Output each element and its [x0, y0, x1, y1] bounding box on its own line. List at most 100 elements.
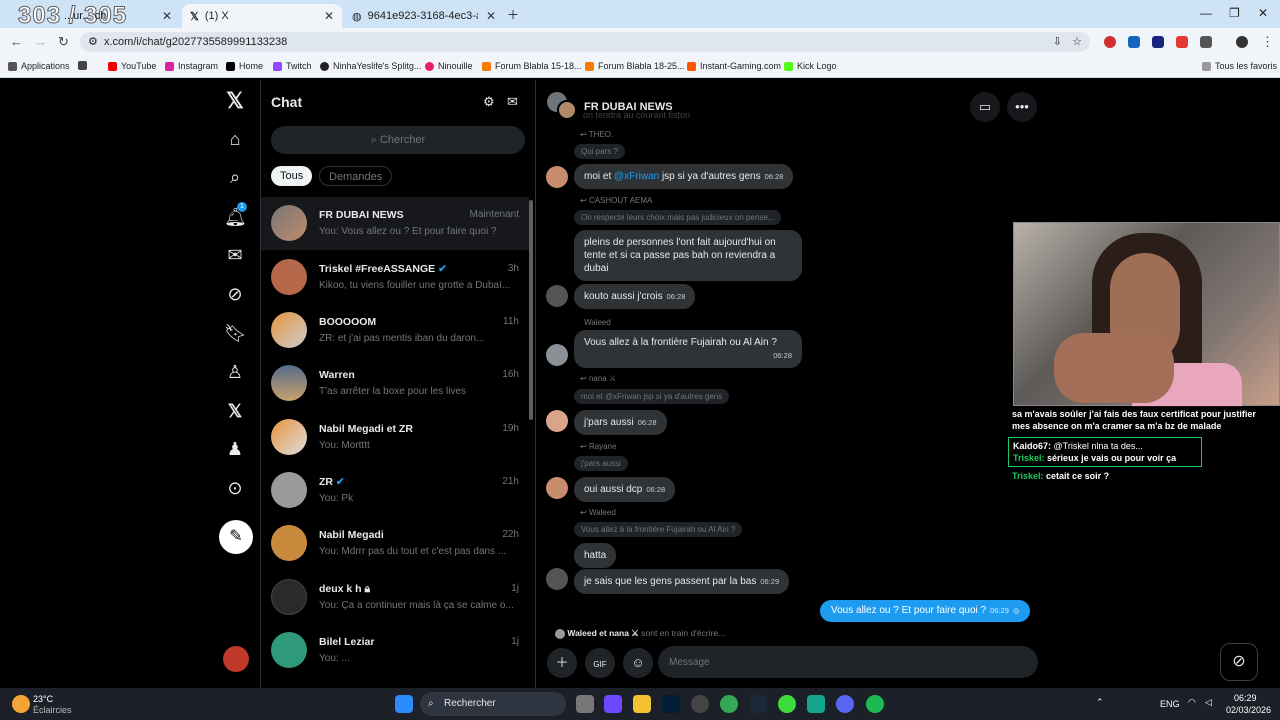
window-close-icon[interactable]: ✕: [1258, 6, 1268, 20]
browser-tab[interactable]: ◍ 9641e923-3168-4ec3-a20f-071 ✕: [344, 4, 504, 28]
maximize-icon[interactable]: ❐: [1229, 6, 1240, 20]
conversation-item[interactable]: Warren 16h T'as arrêter la boxe pour les…: [261, 357, 529, 410]
message-bubble[interactable]: hatta: [574, 543, 617, 568]
chrome-icon[interactable]: [720, 695, 738, 713]
premium-x-icon[interactable]: 𝕏: [224, 400, 246, 422]
avatar[interactable]: [223, 646, 249, 672]
taskbar-search[interactable]: ⌕ Rechercher: [420, 692, 566, 716]
new-message-icon[interactable]: ✉: [507, 94, 518, 110]
bookmark-youtube[interactable]: YouTube: [108, 61, 156, 71]
message-bubble[interactable]: Vous allez à la frontière Fujairah ou Al…: [574, 330, 802, 368]
close-icon[interactable]: ✕: [486, 9, 496, 23]
settings-gear-icon[interactable]: ⚙: [483, 94, 495, 110]
conversation-item[interactable]: ZR ✔ 21h You: Pk: [261, 464, 529, 517]
extension-icon[interactable]: [1128, 36, 1140, 48]
install-icon[interactable]: ⇩: [1053, 32, 1062, 52]
extension-icon[interactable]: [1176, 36, 1188, 48]
steam-icon[interactable]: [749, 695, 767, 713]
message-bubble[interactable]: pleins de personnes l'ont fait aujourd'h…: [574, 230, 802, 281]
bookmark-icon[interactable]: 🔖︎: [224, 322, 247, 344]
bookmark-applications[interactable]: Applications: [8, 61, 70, 71]
close-icon[interactable]: ✕: [162, 9, 172, 23]
message-bubble[interactable]: oui aussi dcp 06:28: [574, 477, 676, 502]
filter-tab-requests[interactable]: Demandes: [319, 166, 393, 186]
clock-date[interactable]: 02/03/2026: [1226, 705, 1271, 715]
close-icon[interactable]: ✕: [324, 9, 334, 23]
message-bubble[interactable]: kouto aussi j'crois 06:28: [574, 284, 696, 309]
extension-icon[interactable]: [1152, 36, 1164, 48]
discord-icon[interactable]: [836, 695, 854, 713]
conversation-item[interactable]: Nabil Megadi et ZR 19h You: Mortttt: [261, 411, 529, 464]
grok-floating-button[interactable]: ⊘: [1220, 643, 1258, 681]
app-icon[interactable]: [778, 695, 796, 713]
emoji-button[interactable]: ☺: [623, 648, 653, 678]
language[interactable]: ENG: [1160, 699, 1180, 709]
conversation-item[interactable]: Triskel #FreeASSANGE ✔ 3h Kikoo, tu vien…: [261, 251, 529, 304]
forward-icon[interactable]: →: [34, 34, 47, 49]
site-info-icon[interactable]: ⚙: [88, 32, 98, 52]
bookmark-instagram[interactable]: Instagram: [165, 61, 218, 71]
profile-icon[interactable]: ♟: [224, 438, 246, 460]
compose-post-button[interactable]: ✎: [219, 520, 253, 554]
extension-icon[interactable]: [1104, 36, 1116, 48]
task-view-icon[interactable]: [576, 695, 594, 713]
bookmark-kick[interactable]: Kick Logo: [784, 61, 837, 71]
conversation-item[interactable]: BOOOOOM 11h ZR: et j'ai pas mentis iban …: [261, 304, 529, 357]
obs-icon[interactable]: [691, 695, 709, 713]
profile-icon[interactable]: [1236, 36, 1248, 48]
url-field[interactable]: ⚙ x.com/i/chat/g2027735589991133238 ⇩ ☆: [80, 32, 1090, 52]
search-icon[interactable]: ⌕: [224, 166, 246, 188]
bookmark-splitgate[interactable]: NinhaYeslife's Splitg...: [320, 61, 421, 71]
app-icon[interactable]: [807, 695, 825, 713]
bookmark-ninouille[interactable]: Ninouille: [425, 61, 473, 71]
my-message-bubble[interactable]: Vous allez ou ? Et pour faire quoi ? 06:2…: [820, 600, 1031, 622]
conversation-item[interactable]: Nabil Megadi 22h You: Mdrrr pas du tout …: [261, 517, 529, 570]
browser-tab-active[interactable]: 𝕏 (1) X ✕: [182, 4, 342, 28]
home-icon[interactable]: ⌂: [224, 128, 246, 150]
conversation-item[interactable]: deux k h 🔒︎ 1j You: Ça a continuer mais …: [261, 571, 529, 624]
filter-tab-all[interactable]: Tous: [271, 166, 313, 186]
conversation-item[interactable]: FR DUBAI NEWS Maintenant You: Vous allez…: [261, 197, 529, 250]
wifi-icon[interactable]: ◠: [1188, 697, 1196, 708]
jobs-icon[interactable]: ♙: [224, 361, 246, 383]
back-icon[interactable]: ←: [10, 34, 23, 49]
message-input[interactable]: [658, 646, 1038, 678]
bookmark-instant-gaming[interactable]: Instant-Gaming.com: [687, 61, 781, 71]
bookmark-forum-18-25[interactable]: Forum Blabla 18-25...: [585, 61, 685, 71]
volume-icon[interactable]: ◁: [1205, 697, 1212, 708]
star-icon[interactable]: ☆: [1072, 32, 1082, 52]
browser-tab[interactable]: ...ur... ch ✕: [4, 4, 180, 28]
x-logo-icon[interactable]: 𝕏: [224, 90, 246, 112]
add-attachment-button[interactable]: ＋: [547, 648, 577, 678]
bookmark-twitch[interactable]: Twitch: [273, 61, 312, 71]
premiere-icon[interactable]: [662, 695, 680, 713]
spotify-icon[interactable]: [866, 695, 884, 713]
bookmark-forum-15-18[interactable]: Forum Blabla 15-18...: [482, 61, 582, 71]
menu-icon[interactable]: ⋮: [1261, 34, 1274, 50]
search-input[interactable]: ⌕ Chercher: [271, 126, 525, 154]
apps-grid-icon[interactable]: [78, 61, 87, 70]
grok-icon[interactable]: ⊘: [224, 283, 246, 305]
message-bubble[interactable]: j'pars aussi 06:28: [574, 410, 667, 435]
new-tab-icon[interactable]: ＋: [507, 6, 519, 23]
windows-start-icon[interactable]: [395, 695, 413, 713]
messages-envelope-icon[interactable]: ✉: [224, 244, 246, 266]
file-explorer-icon[interactable]: [633, 695, 651, 713]
more-circle-icon[interactable]: ⊙: [224, 477, 246, 499]
reload-icon[interactable]: ↻: [58, 34, 69, 50]
app-icon[interactable]: [604, 695, 622, 713]
conversation-item[interactable]: Bilel Leziar 1j You: ...: [261, 624, 529, 677]
bookmark-home[interactable]: Home: [226, 61, 263, 71]
more-options-button[interactable]: •••: [1007, 92, 1037, 122]
video-call-button[interactable]: ▭: [970, 92, 1000, 122]
clock-time[interactable]: 06:29: [1234, 693, 1257, 703]
extensions-puzzle-icon[interactable]: [1200, 36, 1212, 48]
message-bubble[interactable]: moi et @xFriwan jsp si ya d'autres gens 0…: [574, 164, 794, 189]
message-bubble[interactable]: je sais que les gens passent par la bas 0…: [574, 569, 790, 594]
scrollbar[interactable]: [529, 200, 533, 420]
gif-button[interactable]: GIF: [585, 648, 615, 678]
tray-up-icon[interactable]: ⌃: [1096, 697, 1104, 708]
notifications-bell-icon[interactable]: 🔔︎ 1: [224, 202, 247, 228]
all-bookmarks[interactable]: Tous les favoris: [1202, 61, 1277, 71]
minimize-icon[interactable]: —: [1200, 6, 1212, 20]
